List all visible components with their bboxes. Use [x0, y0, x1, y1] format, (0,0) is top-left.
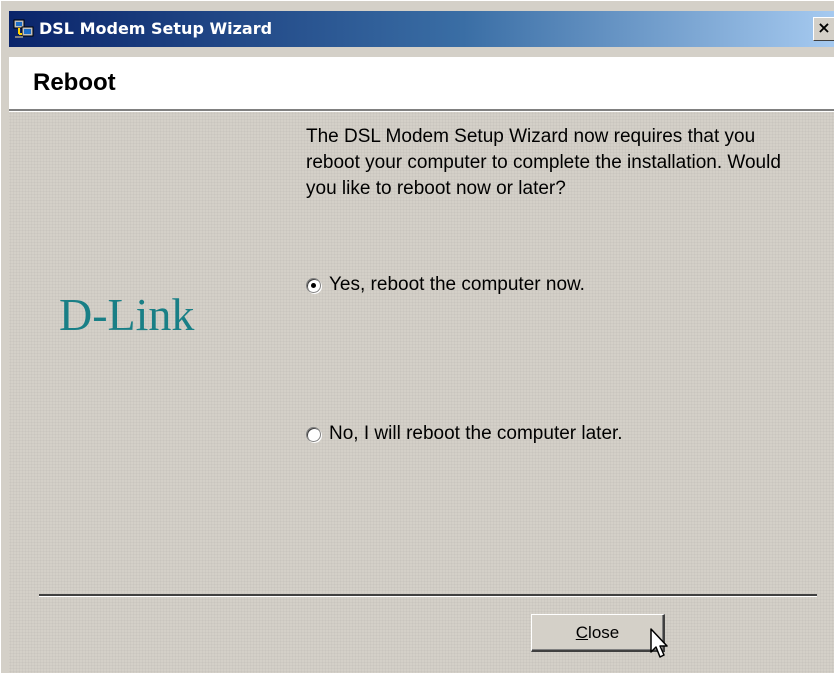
reboot-now-label[interactable]: Yes, reboot the computer now. — [329, 274, 585, 296]
reboot-now-option[interactable]: Yes, reboot the computer now. — [306, 272, 585, 298]
page-title: Reboot — [33, 69, 116, 96]
window-close-button[interactable]: × — [813, 17, 834, 41]
wizard-window: DSL Modem Setup Wizard × Reboot D-Link T… — [0, 0, 834, 673]
radio-reboot-later[interactable] — [306, 426, 321, 442]
mouse-pointer-icon — [650, 628, 668, 658]
title-bar[interactable]: DSL Modem Setup Wizard × — [9, 11, 834, 47]
network-computer-icon — [13, 19, 34, 38]
reboot-later-option[interactable]: No, I will reboot the computer later. — [306, 421, 623, 447]
dlink-logo: D-Link — [59, 289, 195, 340]
window-title: DSL Modem Setup Wizard — [39, 19, 273, 38]
wizard-header: Reboot — [9, 57, 834, 109]
footer-divider-highlight — [39, 596, 817, 597]
reboot-later-label[interactable]: No, I will reboot the computer later. — [329, 423, 623, 445]
close-button[interactable]: Close — [531, 614, 665, 652]
radio-reboot-now[interactable] — [306, 277, 321, 293]
close-button-mnemonic: C — [575, 622, 589, 642]
reboot-message: The DSL Modem Setup Wizard now requires … — [306, 126, 781, 199]
close-icon: × — [817, 18, 831, 37]
close-button-label: lose — [588, 622, 620, 642]
